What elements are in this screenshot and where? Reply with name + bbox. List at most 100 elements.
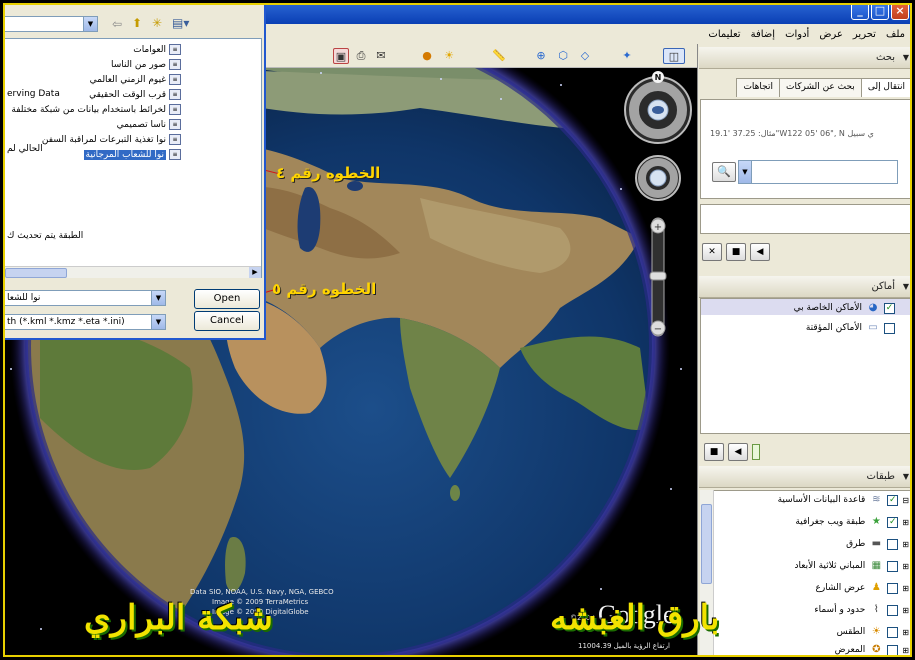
places-stop-button[interactable]: ■ xyxy=(704,443,724,461)
menu-add[interactable]: إضافة xyxy=(751,29,775,40)
checkbox[interactable] xyxy=(887,582,899,594)
sidebar-toggle-icon[interactable]: ◫ xyxy=(663,48,685,64)
tab-directions[interactable]: اتجاهات xyxy=(736,78,780,97)
view-menu-icon[interactable]: ▤▾ xyxy=(172,16,189,30)
menu-file[interactable]: ملف xyxy=(886,29,905,40)
search-input[interactable] xyxy=(738,160,898,184)
tab-find-businesses[interactable]: بحث عن الشركات xyxy=(778,78,862,97)
checkbox[interactable] xyxy=(887,604,899,616)
cancel-button[interactable]: Cancel xyxy=(194,311,260,331)
places-slider[interactable] xyxy=(752,444,760,460)
places-item-temporary[interactable]: ▭ الأماكن المؤقتة xyxy=(806,322,895,334)
up-folder-icon[interactable]: ⬆ xyxy=(132,16,142,30)
checkbox[interactable] xyxy=(887,644,899,656)
layer-roads[interactable]: ⊞ ▬ طرق xyxy=(846,538,909,550)
move-control[interactable] xyxy=(635,155,681,201)
tab-fly-to[interactable]: انتقال إلى xyxy=(860,78,912,97)
places-item-my-places[interactable]: ✓ ◕ الأماكن الخاصة بي xyxy=(794,302,895,314)
checkbox[interactable] xyxy=(884,322,895,334)
layer-weather[interactable]: ⊞ ☀ الطقس xyxy=(837,626,909,638)
star xyxy=(440,78,442,80)
places-play-button[interactable]: ◀ xyxy=(728,443,748,461)
add-path-icon[interactable]: ◇ xyxy=(577,48,593,64)
menu-edit[interactable]: تحرير xyxy=(853,29,876,40)
back-arrow-icon[interactable]: ⇦ xyxy=(112,17,122,31)
search-tabs: انتقال إلى بحث عن الشركات اتجاهات xyxy=(722,78,912,97)
file-icon: ≡ xyxy=(169,134,181,145)
checkbox[interactable]: ✓ xyxy=(884,302,895,314)
places-list xyxy=(700,298,912,434)
expand-icon[interactable]: ⊞ xyxy=(902,628,909,637)
close-button[interactable]: × xyxy=(891,2,909,20)
sun-icon: ☀ xyxy=(871,626,881,637)
stop-button[interactable]: ■ xyxy=(726,243,746,261)
open-button[interactable]: Open xyxy=(194,289,260,309)
image-overlay-icon[interactable]: ▣ xyxy=(333,48,349,64)
layer-street-view[interactable]: ⊞ ♟ عرض الشارع xyxy=(815,582,909,594)
look-in-combo[interactable]: ▼ xyxy=(4,16,98,32)
print-icon[interactable]: ⎙ xyxy=(353,48,369,64)
filetype-select[interactable]: th (*.kml *.kmz *.eta *.ini) ▼ xyxy=(4,314,166,330)
menu-help[interactable]: تعليمات xyxy=(708,29,740,40)
menu-tools[interactable]: أدوات xyxy=(785,29,809,40)
expand-icon[interactable]: ⊞ xyxy=(902,646,909,655)
search-dropdown-arrow[interactable]: ▼ xyxy=(738,160,752,184)
search-content xyxy=(700,99,912,199)
file-item-selected[interactable]: ≡ نوا للشعاب المرجانية xyxy=(83,149,181,160)
expand-icon[interactable]: ⊞ xyxy=(902,562,909,571)
search-results xyxy=(700,204,912,234)
menu-view[interactable]: عرض xyxy=(819,29,843,40)
minimize-button[interactable]: _ xyxy=(851,2,869,20)
add-placemark-icon[interactable]: ⊕ xyxy=(533,48,549,64)
file-item[interactable]: ≡ لخرائط باستخدام بيانات من شبكة مختلفة xyxy=(11,104,181,115)
expand-icon[interactable]: ⊟ xyxy=(902,496,909,505)
layer-gallery[interactable]: ⊞ ✪ المعرض xyxy=(835,644,909,656)
add-polygon-icon[interactable]: ⬡ xyxy=(555,48,571,64)
expand-icon[interactable]: ⊞ xyxy=(902,540,909,549)
checkbox[interactable] xyxy=(887,560,899,572)
checkbox[interactable] xyxy=(887,538,899,550)
search-button[interactable]: 🔍 xyxy=(712,162,736,182)
scroll-thumb[interactable] xyxy=(5,268,67,278)
layer-3d-buildings[interactable]: ⊞ ▦ المباني ثلاثية الأبعاد xyxy=(794,560,909,572)
layer-geographic-web[interactable]: ⊞ ✓ ★ طبقة ويب جغرافية xyxy=(795,516,909,528)
expand-icon[interactable]: ⊞ xyxy=(902,584,909,593)
ruler-icon[interactable]: 📏 xyxy=(491,48,507,64)
file-icon: ≡ xyxy=(169,104,181,115)
layer-label: المباني ثلاثية الأبعاد xyxy=(794,561,866,571)
checkbox[interactable]: ✓ xyxy=(887,494,899,506)
file-item[interactable]: ≡ العوامات xyxy=(133,44,181,55)
layer-borders[interactable]: ⊞ ⌇ حدود و أسماء xyxy=(814,604,909,616)
new-folder-icon[interactable]: ✳ xyxy=(152,16,162,30)
file-list[interactable]: ≡ العوامات ≡ صور من الناسا ≡ غيوم الزمني ال… xyxy=(4,38,262,278)
layer-primary-database[interactable]: ⊟ ✓ ≋ قاعدة البيانات الأساسية xyxy=(778,494,909,506)
collapse-arrow-icon: ▼ xyxy=(902,472,909,481)
layers-panel-header[interactable]: ▼ طبقات xyxy=(699,466,913,488)
search-panel-header[interactable]: ▼ بحث xyxy=(699,47,913,69)
sunlight-icon[interactable]: ☀ xyxy=(441,48,457,64)
expand-icon[interactable]: ⊞ xyxy=(902,518,909,527)
file-item[interactable]: ≡ صور من الناسا xyxy=(111,59,181,70)
chevron-down-icon: ▼ xyxy=(151,291,165,305)
file-item[interactable]: ≡ نوا تغذية التبرعات لمراقبة السفن xyxy=(42,134,181,145)
file-item[interactable]: ≡ غيوم الزمني العالمي xyxy=(90,74,181,85)
email-icon[interactable]: ✉ xyxy=(373,48,389,64)
expand-icon[interactable]: ⊞ xyxy=(902,606,909,615)
maximize-button[interactable]: □ xyxy=(871,2,889,20)
planet-icon[interactable]: ● xyxy=(419,48,435,64)
zoom-slider[interactable]: + − xyxy=(649,217,667,337)
filename-input[interactable]: نوا للشعا ▼ xyxy=(4,290,166,306)
tour-icon[interactable]: ✦ xyxy=(619,48,635,64)
file-item[interactable]: ≡ قرب الوقت الحقيقي xyxy=(89,89,181,100)
scroll-thumb[interactable] xyxy=(701,504,712,584)
file-item[interactable]: ≡ ناسا تصميمي xyxy=(117,119,181,130)
horizontal-scrollbar[interactable]: ▶ xyxy=(5,266,261,278)
scroll-right-icon[interactable]: ▶ xyxy=(249,267,261,278)
play-button[interactable]: ◀ xyxy=(750,243,770,261)
clear-button[interactable]: ✕ xyxy=(702,243,722,261)
compass-north-label: N xyxy=(655,73,662,82)
places-panel-header[interactable]: ▼ أماكن xyxy=(699,276,913,298)
file-icon: ≡ xyxy=(169,119,181,130)
checkbox[interactable] xyxy=(887,626,899,638)
checkbox[interactable]: ✓ xyxy=(887,516,899,528)
